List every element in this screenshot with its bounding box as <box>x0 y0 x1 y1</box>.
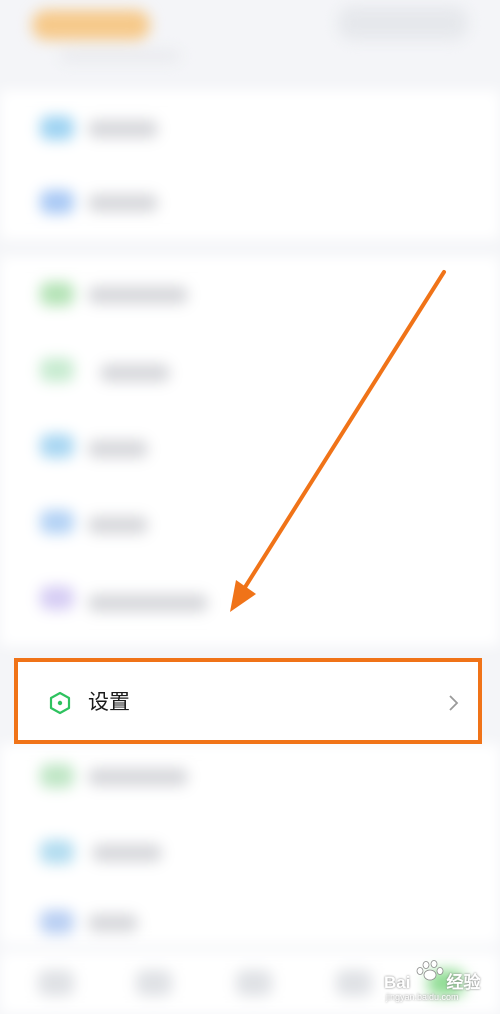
menu-item-icon <box>40 840 74 864</box>
menu-item-text <box>88 194 158 212</box>
menu-item-icon <box>40 358 74 382</box>
menu-group-1 <box>0 90 500 240</box>
watermark-brand: Bai 经验 <box>384 973 481 992</box>
menu-item-text <box>88 440 148 458</box>
profile-subtitle <box>60 50 180 62</box>
menu-item-icon <box>40 434 74 458</box>
menu-item-icon <box>40 282 74 306</box>
tab-icon <box>336 970 372 996</box>
menu-item-text <box>88 594 208 612</box>
menu-item-text <box>88 768 188 786</box>
menu-item-text <box>88 286 188 304</box>
menu-group-2 <box>0 256 500 646</box>
menu-item-icon <box>40 116 74 140</box>
menu-item-icon <box>40 510 74 534</box>
menu-group-3 <box>0 744 500 944</box>
menu-item-text <box>100 364 170 382</box>
header-actions <box>338 6 468 40</box>
chevron-right-icon <box>449 695 459 711</box>
menu-item-text <box>88 914 138 932</box>
watermark-url: jingyan.baidu.com <box>386 992 459 1002</box>
settings-label: 设置 <box>88 691 130 714</box>
hexagon-settings-icon <box>49 691 71 715</box>
tab-icon <box>236 970 272 996</box>
menu-item-icon <box>40 764 74 788</box>
profile-badge <box>32 10 150 40</box>
menu-item-icon <box>40 910 74 934</box>
menu-item-text <box>88 120 158 138</box>
tab-icon <box>136 970 172 996</box>
blurred-menu-background <box>0 0 500 1014</box>
menu-item-icon <box>40 190 74 214</box>
tab-icon <box>38 970 74 996</box>
menu-item-icon <box>40 586 74 610</box>
settings-menu-item[interactable]: 设置 <box>14 658 482 744</box>
menu-item-text <box>92 844 162 862</box>
menu-item-text <box>88 516 148 534</box>
